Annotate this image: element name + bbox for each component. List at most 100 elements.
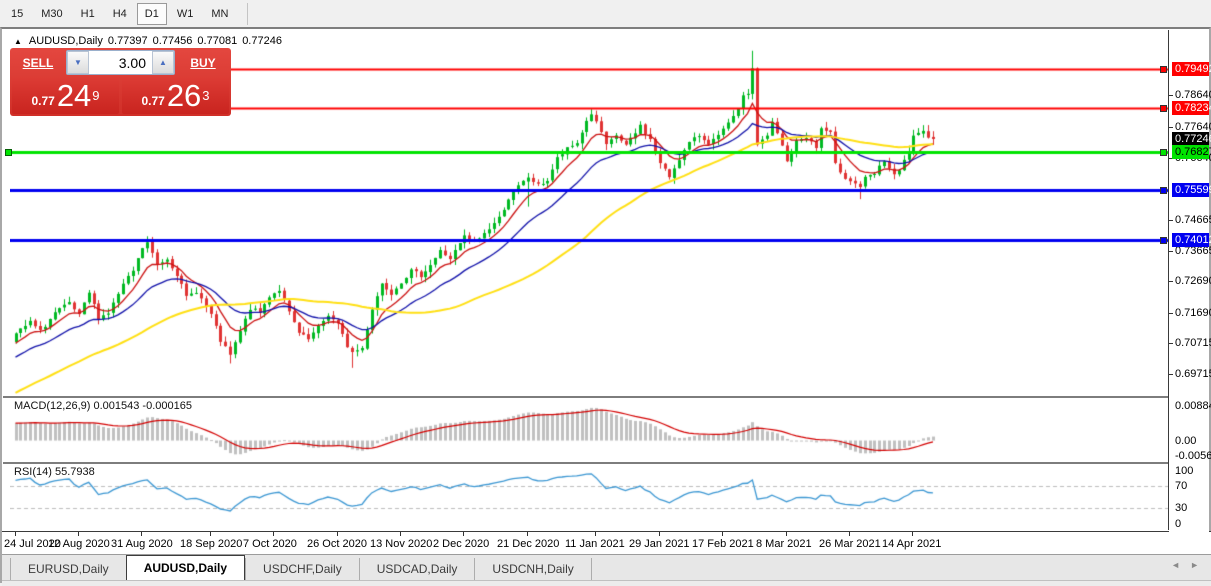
hline-handle[interactable]	[1160, 187, 1167, 194]
date-axis-label: 17 Feb 2021	[692, 538, 754, 550]
tab-scroller: ◄ ►	[1171, 560, 1199, 570]
ohlc-low: 0.77081	[197, 35, 237, 47]
date-axis-tick	[78, 532, 79, 536]
price-axis-tick-label: 0.72690	[1175, 275, 1209, 287]
toolbar-separator	[247, 3, 248, 25]
price-badge[interactable]: 0.76827	[1172, 145, 1209, 159]
date-axis-label: 26 Mar 2021	[819, 538, 881, 550]
date-axis-tick	[273, 532, 274, 536]
tab-usdcnh[interactable]: USDCNH,Daily	[474, 558, 591, 581]
price-axis-spine	[1168, 30, 1169, 530]
date-axis-tick	[337, 532, 338, 536]
buy-button[interactable]: BUY	[177, 50, 229, 75]
date-axis-tick	[912, 532, 913, 536]
hline-handle[interactable]	[1160, 105, 1167, 112]
timeframe-toolbar: 15 M30 H1 H4 D1 W1 MN	[0, 0, 1211, 27]
date-axis-tick	[595, 532, 596, 536]
collapse-icon[interactable]: ▲	[14, 37, 22, 46]
panel-separator-macd[interactable]	[3, 396, 1209, 398]
timeframe-button-m30[interactable]: M30	[33, 3, 70, 25]
date-axis-tick	[527, 532, 528, 536]
rsi-value: 55.7938	[55, 466, 95, 478]
price-axis-tick-label: 0.71690	[1175, 307, 1209, 319]
date-axis-label: 29 Jan 2021	[629, 538, 690, 550]
ohlc-open: 0.77397	[108, 35, 148, 47]
timeframe-button-h1[interactable]: H1	[73, 3, 103, 25]
macd-values: 0.001543 -0.000165	[93, 400, 191, 412]
macd-indicator-label: MACD(12,26,9) 0.001543 -0.000165	[14, 400, 192, 412]
date-axis-tick	[15, 532, 16, 536]
chart-window: 0.786400.776400.766400.746650.736650.726…	[0, 27, 1211, 583]
ohlc-close: 0.77246	[242, 35, 282, 47]
price-axis[interactable]: 0.786400.776400.766400.746650.736650.726…	[1169, 30, 1209, 557]
status-strip	[2, 580, 1211, 586]
rsi-canvas[interactable]	[10, 464, 1171, 530]
tab-scroll-left-icon[interactable]: ◄	[1171, 560, 1180, 570]
rsi-indicator-label: RSI(14) 55.7938	[14, 466, 95, 478]
tab-audusd[interactable]: AUDUSD,Daily	[126, 555, 245, 581]
date-axis-label: 13 Nov 2020	[370, 538, 432, 550]
date-axis-tick	[463, 532, 464, 536]
date-axis-label: 14 Apr 2021	[882, 538, 941, 550]
price-axis-tick-label: 0.70715	[1175, 337, 1209, 349]
sell-price-display[interactable]: 0.77 24 9	[12, 77, 119, 114]
volume-input[interactable]: 3.00	[89, 51, 152, 74]
price-axis-tick	[1169, 95, 1173, 96]
ohlc-high: 0.77456	[153, 35, 193, 47]
symbol-period-label: AUDUSD,Daily	[29, 35, 103, 47]
timeframe-button-d1[interactable]: D1	[137, 3, 167, 25]
hline-handle[interactable]	[1160, 237, 1167, 244]
indicator-axis-label: 100	[1175, 465, 1209, 477]
price-axis-tick	[1169, 343, 1173, 344]
chart-header: ▲ AUDUSD,Daily 0.77397 0.77456 0.77081 0…	[14, 35, 282, 47]
price-axis-tick-label: 0.74665	[1175, 214, 1209, 226]
indicator-axis-label: 0.00	[1175, 435, 1209, 447]
price-badge[interactable]: 0.79492	[1172, 62, 1209, 76]
date-axis[interactable]: 24 Jul 202012 Aug 202031 Aug 202018 Sep …	[2, 531, 1211, 555]
date-axis-label: 8 Mar 2021	[756, 538, 812, 550]
tab-scroll-right-icon[interactable]: ►	[1190, 560, 1199, 570]
date-axis-tick	[141, 532, 142, 536]
date-axis-tick	[722, 532, 723, 536]
symbol-tab-bar: EURUSD,Daily AUDUSD,Daily USDCHF,Daily U…	[2, 554, 1211, 581]
price-axis-tick	[1169, 220, 1173, 221]
hline-handle-left[interactable]	[5, 149, 12, 156]
timeframe-button-m15[interactable]: 15	[3, 3, 31, 25]
buy-price-prefix: 0.77	[141, 94, 164, 108]
date-axis-tick	[786, 532, 787, 536]
panel-separator-rsi[interactable]	[3, 462, 1209, 464]
date-axis-tick	[400, 532, 401, 536]
timeframe-button-h4[interactable]: H4	[105, 3, 135, 25]
hline-handle[interactable]	[1160, 149, 1167, 156]
price-badge[interactable]: 0.75599	[1172, 183, 1209, 197]
tab-eurusd[interactable]: EURUSD,Daily	[10, 558, 126, 581]
buy-price-sup: 3	[202, 88, 209, 103]
sell-button[interactable]: SELL	[12, 50, 64, 75]
macd-name: MACD(12,26,9)	[14, 400, 90, 412]
date-axis-label: 2 Dec 2020	[433, 538, 489, 550]
price-axis-tick	[1169, 281, 1173, 282]
date-axis-label: 18 Sep 2020	[180, 538, 242, 550]
timeframe-button-w1[interactable]: W1	[169, 3, 202, 25]
price-axis-tick	[1169, 374, 1173, 375]
date-axis-label: 7 Oct 2020	[243, 538, 297, 550]
hline-handle[interactable]	[1160, 66, 1167, 73]
tab-usdchf[interactable]: USDCHF,Daily	[245, 558, 359, 581]
sell-price-big: 24	[57, 80, 91, 111]
date-axis-tick	[210, 532, 211, 536]
volume-spinner: ▼ 3.00 ▲	[66, 50, 175, 75]
volume-decrease-icon[interactable]: ▼	[67, 51, 89, 74]
price-axis-tick	[1169, 251, 1173, 252]
date-axis-tick	[659, 532, 660, 536]
buy-price-display[interactable]: 0.77 26 3	[122, 77, 229, 114]
timeframe-button-mn[interactable]: MN	[203, 3, 236, 25]
tab-usdcad[interactable]: USDCAD,Daily	[359, 558, 475, 581]
rsi-name: RSI(14)	[14, 466, 52, 478]
price-axis-tick-label: 0.69715	[1175, 368, 1209, 380]
buy-price-big: 26	[167, 80, 201, 111]
price-badge[interactable]: 0.78234	[1172, 101, 1209, 115]
date-axis-label: 11 Jan 2021	[565, 538, 625, 550]
volume-increase-icon[interactable]: ▲	[152, 51, 174, 74]
price-badge[interactable]: 0.77246	[1172, 132, 1209, 146]
price-badge[interactable]: 0.74012	[1172, 233, 1209, 247]
